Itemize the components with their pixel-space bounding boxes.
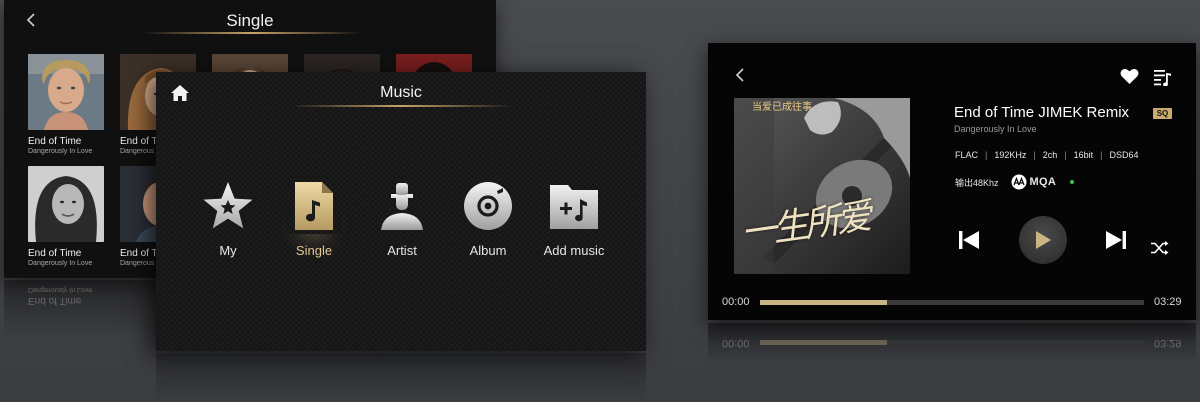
now-playing-reflection: 00:00 03:29: [708, 323, 1196, 363]
heart-icon: [1120, 68, 1139, 84]
title-underline: [290, 105, 512, 107]
format-codec: FLAC: [955, 150, 979, 160]
total-time: 03:29: [1154, 296, 1182, 308]
cover-image: [28, 54, 104, 130]
previous-button[interactable]: [958, 230, 980, 255]
menu-item-album[interactable]: Album: [448, 178, 528, 258]
output-info: 输出48Khz MQA: [955, 174, 1075, 190]
play-icon: [1036, 231, 1051, 249]
menu-item-my[interactable]: My: [188, 178, 268, 258]
song-artist: Dangerously In Love: [954, 124, 1037, 134]
track-title: End of Time: [28, 248, 82, 259]
track-artist: Dangerously In Love: [28, 148, 93, 155]
disc-icon: [464, 182, 512, 230]
track-tile[interactable]: End of Time Dangerously In Love: [28, 166, 106, 267]
next-button[interactable]: [1105, 230, 1127, 255]
reflection-text: 03:29: [1154, 337, 1182, 349]
album-cover-title: 当爱已成往事: [752, 102, 812, 113]
music-note-file-icon: [295, 182, 333, 230]
reflection-text: 00:00: [722, 337, 750, 349]
format-dsd: DSD64: [1109, 150, 1139, 160]
favorite-button[interactable]: [1120, 68, 1139, 90]
menu-item-label: My: [219, 243, 237, 258]
skip-next-icon: [1106, 231, 1126, 249]
elapsed-time: 00:00: [722, 296, 750, 308]
mqa-label: MQA: [1029, 176, 1057, 188]
star-icon: [203, 182, 253, 229]
back-button[interactable]: [735, 67, 745, 88]
page-title: Single: [226, 11, 274, 30]
format-bitdepth: 16bit: [1073, 150, 1094, 160]
music-screen-reflection: [156, 353, 646, 402]
add-music-folder-icon: [550, 185, 598, 229]
menu-item-label: Album: [469, 243, 507, 258]
play-button[interactable]: [1019, 216, 1067, 264]
music-screen: Music My Single Artist Album Add music: [156, 72, 646, 351]
title-underline: [142, 32, 362, 34]
person-icon: [381, 183, 423, 230]
playlist-button[interactable]: [1154, 69, 1172, 91]
skip-previous-icon: [959, 231, 979, 249]
reflection-text: End of Time: [28, 295, 82, 306]
menu-item-label: Artist: [387, 243, 417, 258]
album-cover: 当爱已成往事 一生所爱: [734, 98, 910, 274]
track-artist: Dangerously In Love: [28, 260, 93, 267]
mqa-logo: MQA: [1011, 174, 1057, 190]
output-rate: 输出48Khz: [955, 177, 999, 188]
cover-image: [28, 166, 104, 242]
quality-badge: SQ: [1153, 108, 1172, 119]
menu-item-artist[interactable]: Artist: [362, 178, 442, 258]
format-channels: 2ch: [1042, 150, 1058, 160]
track-tile[interactable]: End of Time Dangerously In Love: [28, 54, 106, 155]
now-playing-screen: 当爱已成往事 一生所爱 End of Time JIMEK Remix SQ D…: [708, 43, 1196, 320]
track-title: End of Time: [28, 136, 82, 147]
mqa-icon: [1011, 174, 1027, 190]
chevron-left-icon: [735, 68, 744, 82]
format-samplerate: 192KHz: [994, 150, 1027, 160]
song-title: End of Time JIMEK Remix: [954, 104, 1130, 121]
reflection-text: Dangerously In Love: [28, 286, 93, 293]
playlist-icon: [1154, 70, 1171, 87]
menu-item-single[interactable]: Single: [274, 178, 354, 258]
reflection-progress: [760, 340, 1144, 345]
menu-item-label: Single: [295, 243, 333, 258]
shuffle-button[interactable]: [1151, 241, 1169, 260]
audio-format-info: FLAC | 192KHz | 2ch | 16bit | DSD64: [955, 150, 1139, 160]
progress-fill: [760, 300, 887, 305]
mqa-status-dot: [1070, 180, 1075, 184]
page-title: Music: [380, 84, 422, 101]
shuffle-icon: [1151, 241, 1169, 255]
menu-item-label: Add music: [543, 243, 605, 258]
progress-bar[interactable]: [760, 300, 1144, 305]
menu-item-add-music[interactable]: Add music: [534, 178, 614, 258]
